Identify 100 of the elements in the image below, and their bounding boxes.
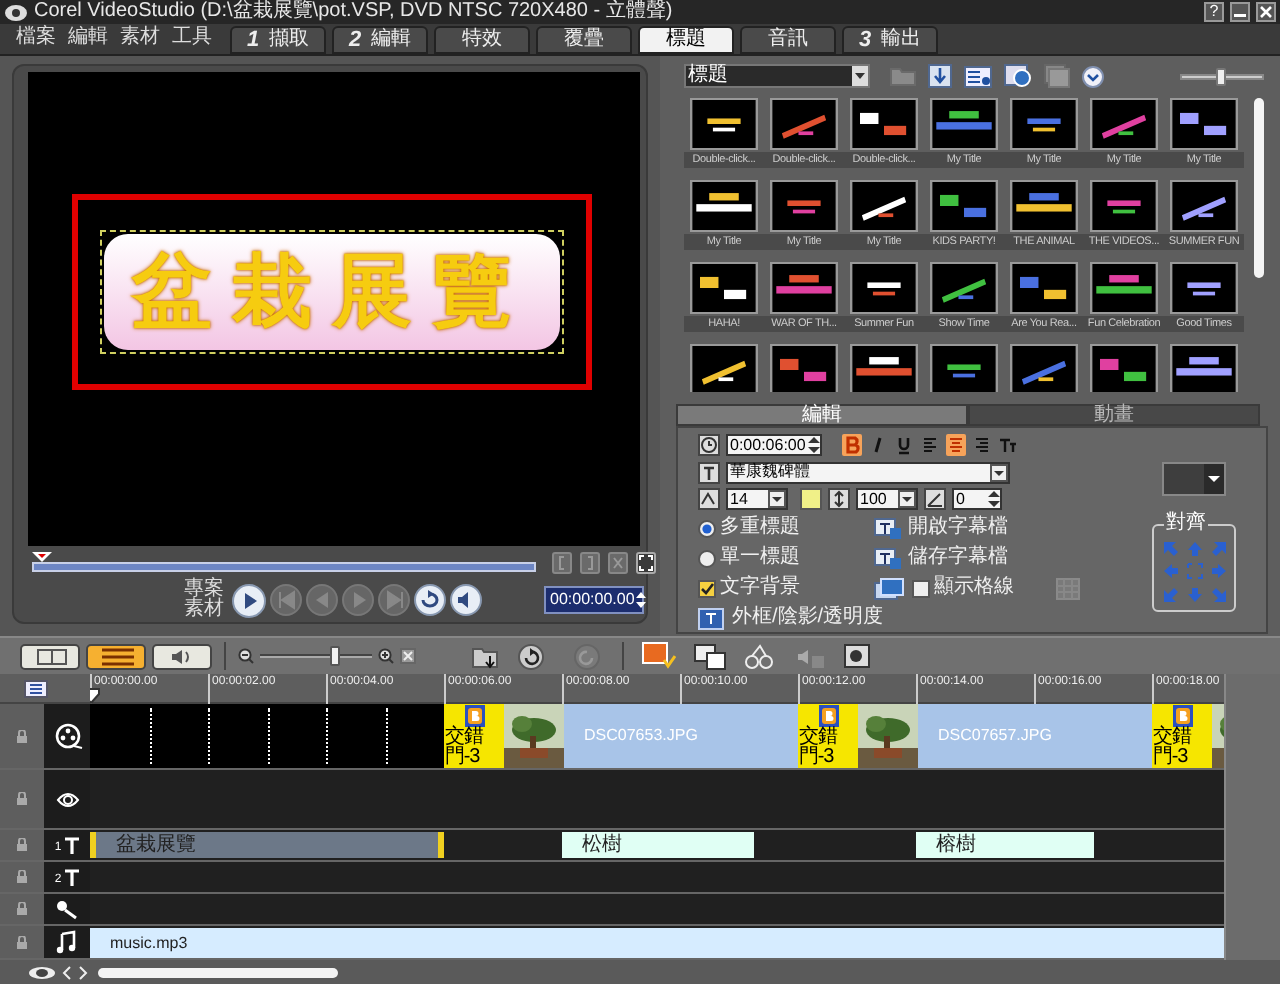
lock-icon[interactable] [16, 935, 28, 949]
save-subtitle-icon[interactable] [874, 547, 902, 570]
project-label[interactable]: 專案 [184, 580, 224, 600]
angle-field[interactable]: 0 [952, 488, 1002, 511]
storyboard-view-icon[interactable] [20, 643, 80, 669]
align-left-icon[interactable] [920, 434, 940, 457]
background-color-picker[interactable] [1162, 462, 1226, 496]
category-tab[interactable]: 音訊 [740, 26, 836, 54]
align-center-icon[interactable] [946, 434, 966, 457]
align-right-icon[interactable] [972, 434, 992, 457]
category-dropdown[interactable]: 標題 [684, 64, 870, 88]
border-shadow-button[interactable]: 外框/陰影/透明度 [698, 605, 884, 632]
scrollbar-thumb[interactable] [1254, 98, 1264, 278]
category-tab[interactable]: 標題 [638, 26, 734, 54]
category-tab[interactable]: 覆疊 [536, 26, 632, 54]
menu-item[interactable]: 編輯 [68, 28, 108, 48]
repeat-icon[interactable] [414, 584, 446, 616]
radio-button[interactable] [698, 549, 716, 568]
options-icon[interactable] [1082, 65, 1104, 87]
import-icon[interactable] [928, 64, 952, 88]
transition-clip[interactable]: 交錯門-3 [444, 704, 504, 768]
underline-icon[interactable] [894, 434, 914, 457]
open-subtitle-icon[interactable] [874, 517, 902, 540]
title-clip[interactable]: 松樹 [562, 832, 754, 858]
title-clip[interactable]: 盆栽展覽 [90, 832, 444, 858]
step-tab[interactable]: 3 輸出 [842, 26, 938, 54]
transition-label: 交錯門-3 [445, 728, 486, 768]
radio-button[interactable] [698, 519, 716, 538]
editor-tab[interactable]: 編輯 [676, 404, 968, 426]
timecode-field[interactable]: 00:00:00.00 [544, 586, 644, 614]
batch-convert-icon[interactable] [844, 643, 874, 669]
duration-field[interactable]: 0:00:06:00 [726, 434, 822, 457]
font-size-dropdown[interactable]: 14 [726, 488, 788, 511]
menu-item[interactable]: 檔案 [16, 28, 56, 48]
transition-clip[interactable]: 交錯門-3 [1152, 704, 1212, 768]
track-visibility-icon[interactable] [28, 965, 56, 979]
previous-frame-icon[interactable] [306, 584, 338, 616]
close-icon[interactable] [1256, 2, 1276, 22]
lock-icon[interactable] [16, 792, 28, 806]
checkbox[interactable] [698, 579, 716, 598]
chapter-icon[interactable] [694, 643, 726, 669]
audio-view-icon[interactable] [152, 643, 212, 669]
volume-icon[interactable] [450, 584, 482, 616]
mark-out-icon[interactable] [580, 551, 600, 573]
vertical-text-icon[interactable] [998, 434, 1018, 457]
zoom-out-icon[interactable] [238, 648, 254, 664]
lock-icon[interactable] [16, 902, 28, 916]
title-clip[interactable]: 榕樹 [916, 832, 1094, 858]
title-safe-area-icon[interactable] [874, 577, 904, 600]
option-label[interactable]: 顯示格線 [934, 578, 1014, 599]
mark-in-icon[interactable] [552, 551, 572, 573]
slider-thumb[interactable] [1215, 67, 1226, 85]
menu-item[interactable]: 素材 [120, 28, 160, 48]
spinner-icon [988, 490, 1000, 509]
step-tab[interactable]: 2 編輯 [332, 26, 428, 54]
lock-icon[interactable] [16, 729, 28, 743]
font-dropdown[interactable]: 華康魏碑體 [726, 461, 1010, 484]
line-spacing-dropdown[interactable]: 100 [856, 488, 918, 511]
scrub-bar[interactable] [32, 562, 536, 572]
audio-clip[interactable]: music.mp3 [90, 928, 1224, 958]
option-label[interactable]: 文字背景 [720, 578, 800, 599]
list-settings-icon[interactable] [964, 65, 992, 87]
next-frame-icon[interactable] [342, 584, 374, 616]
subtitle-button[interactable]: 儲存字幕檔 [908, 548, 1008, 569]
video-track-icon [51, 722, 83, 750]
lock-icon[interactable] [16, 870, 28, 884]
undo-icon[interactable] [518, 643, 544, 669]
color-swatch[interactable] [800, 488, 822, 511]
fit-project-icon[interactable] [400, 648, 416, 664]
scroll-left-icon[interactable] [62, 965, 72, 979]
slider-thumb[interactable] [329, 646, 340, 666]
menu-item[interactable]: 工具 [172, 28, 212, 48]
title-track-icon [63, 836, 80, 854]
editor-tab[interactable]: 動畫 [968, 404, 1260, 426]
scrollbar-thumb[interactable] [98, 967, 338, 977]
play-icon[interactable] [232, 583, 266, 617]
track-manager-icon[interactable] [24, 679, 48, 697]
lock-icon[interactable] [16, 838, 28, 852]
help-button[interactable]: ? [1204, 2, 1224, 22]
minimize-icon[interactable] [1230, 2, 1250, 22]
checkbox[interactable] [912, 579, 930, 598]
clip-label[interactable]: 素材 [184, 600, 224, 620]
zoom-in-icon[interactable] [378, 648, 394, 664]
transition-label: 交錯門-3 [1153, 728, 1194, 768]
media-icon[interactable] [1004, 64, 1032, 88]
option-label[interactable]: 多重標題 [720, 518, 800, 539]
bold-icon[interactable] [842, 434, 862, 457]
step-tab[interactable]: 1 擷取 [230, 26, 326, 54]
border-shadow-icon [698, 607, 724, 630]
option-label[interactable]: 單一標題 [720, 548, 800, 569]
transition-clip[interactable]: 交錯門-3 [798, 704, 858, 768]
category-tab[interactable]: 特效 [434, 26, 530, 54]
fullscreen-icon[interactable] [636, 551, 656, 573]
transition-icon [1171, 704, 1193, 728]
insert-media-icon[interactable] [472, 643, 500, 669]
subtitle-button[interactable]: 開啟字幕檔 [908, 518, 1008, 539]
scroll-right-icon[interactable] [78, 965, 88, 979]
transition-icon [463, 704, 485, 728]
playhead-marker-icon [32, 552, 52, 562]
timeline-view-icon[interactable] [86, 643, 146, 669]
